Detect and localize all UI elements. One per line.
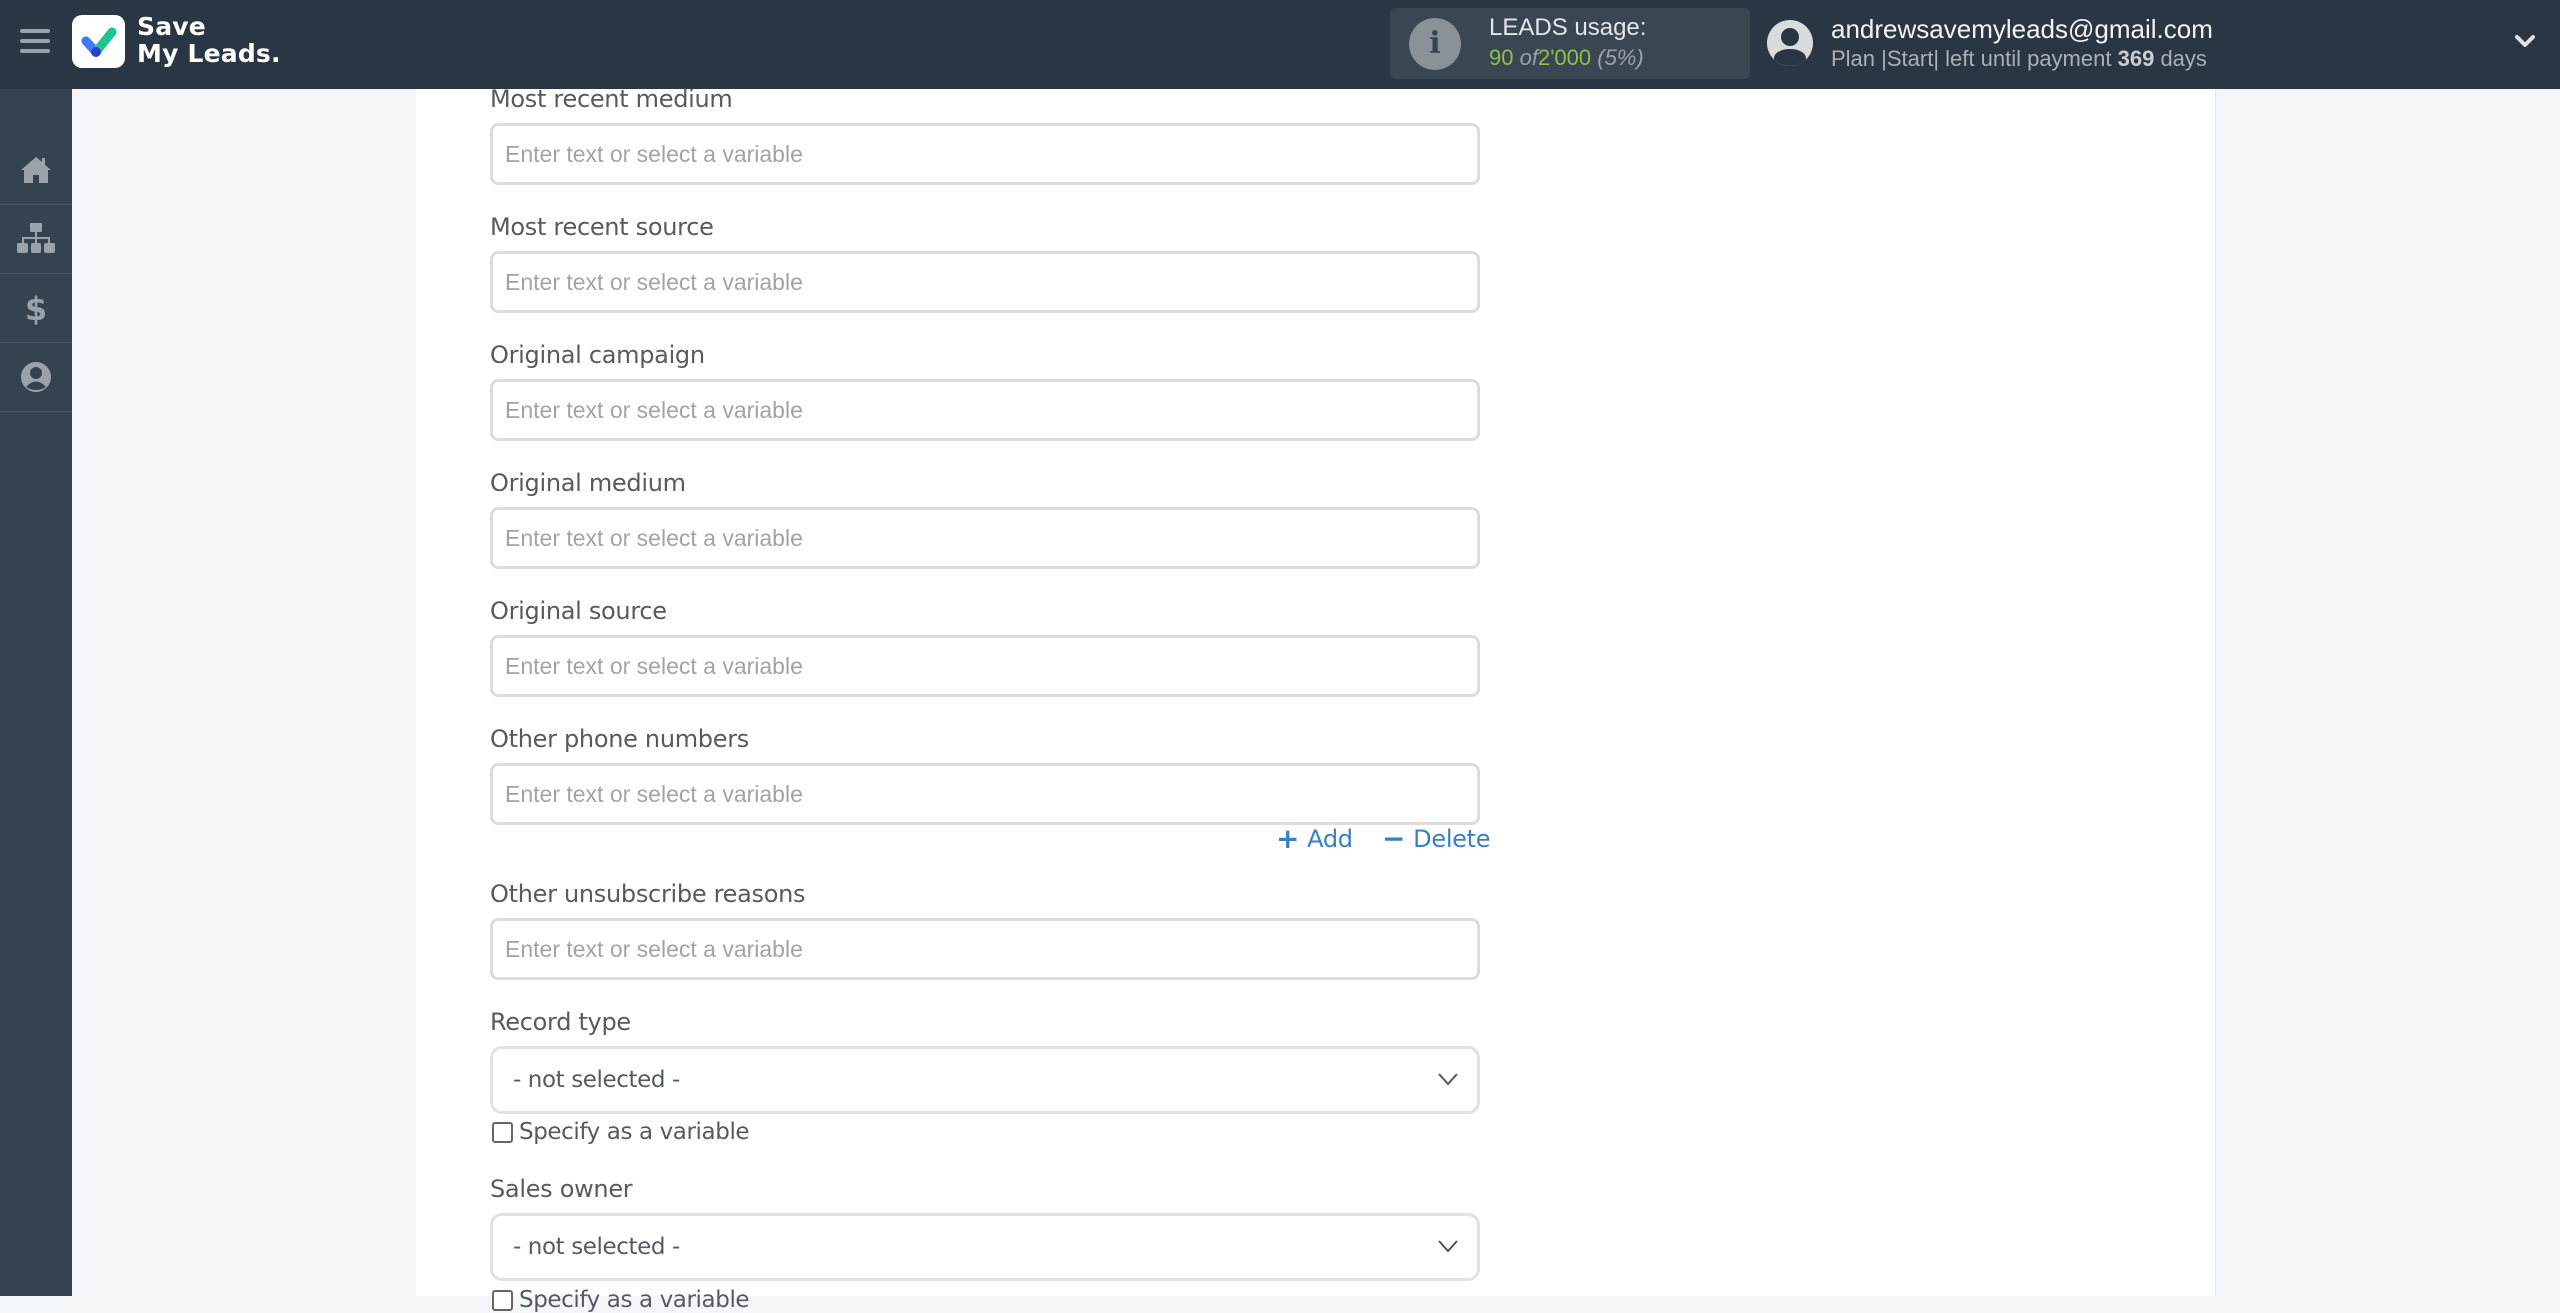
field-label: Record type — [490, 1008, 631, 1036]
sales-owner-select[interactable]: - not selected - — [490, 1213, 1480, 1281]
delete-label: Delete — [1413, 824, 1491, 853]
record-type-select[interactable]: - not selected - — [490, 1046, 1480, 1114]
user-email[interactable]: andrewsavemyleads@gmail.com — [1831, 14, 2213, 45]
add-label: Add — [1307, 824, 1353, 853]
delete-button[interactable]: − Delete — [1382, 822, 1491, 855]
other-phone-numbers-input[interactable] — [490, 763, 1480, 825]
hamburger-icon-bar — [20, 39, 50, 43]
sidebar-item-account[interactable] — [0, 343, 72, 412]
usage-percent: (5%) — [1597, 45, 1644, 70]
field-label: Original medium — [490, 469, 686, 497]
sitemap-icon — [17, 223, 55, 253]
sidebar-item-connections[interactable] — [0, 205, 72, 274]
checkbox-label: Specify as a variable — [519, 1119, 750, 1145]
plan-days: 369 — [2117, 46, 2155, 71]
svg-text:$: $ — [25, 291, 47, 325]
account-dropdown-chevron-icon[interactable] — [2512, 28, 2538, 54]
sidebar-item-home[interactable] — [0, 136, 72, 205]
sidebar: $ — [0, 89, 72, 1296]
field-label: Original campaign — [490, 341, 705, 369]
top-header: Save My Leads. i LEADS usage: 90 of2'000… — [0, 0, 2560, 89]
usage-of: of — [1519, 45, 1538, 70]
user-circle-icon — [21, 362, 51, 392]
original-medium-input[interactable] — [490, 507, 1480, 569]
field-label: Original source — [490, 597, 667, 625]
plan-days-suffix: days — [2160, 46, 2207, 71]
home-icon — [21, 157, 51, 183]
avatar-icon[interactable] — [1767, 20, 1813, 66]
field-label: Other phone numbers — [490, 725, 749, 753]
hamburger-icon-bar — [20, 49, 50, 53]
original-source-input[interactable] — [490, 635, 1480, 697]
plan-prefix: Plan |Start| left until payment — [1831, 46, 2112, 71]
leads-usage-widget: i LEADS usage: 90 of2'000 (5%) — [1390, 8, 1750, 79]
checkbox-box[interactable] — [492, 1121, 513, 1143]
chevron-down-icon — [1438, 1240, 1458, 1253]
plus-icon: + — [1276, 822, 1300, 855]
logo-line-2: My Leads. — [137, 39, 281, 68]
hamburger-icon-bar — [20, 29, 50, 33]
minus-icon: − — [1382, 822, 1406, 855]
checkbox-box[interactable] — [492, 1289, 513, 1311]
record-type-specify-variable-checkbox[interactable]: Specify as a variable — [492, 1119, 750, 1145]
logo-icon[interactable] — [72, 15, 125, 68]
field-label: Most recent medium — [490, 85, 733, 113]
usage-value: 90 of2'000 (5%) — [1489, 45, 1644, 71]
usage-title: LEADS usage: — [1489, 14, 1647, 41]
usage-used: 90 — [1489, 45, 1514, 70]
chevron-down-icon — [1438, 1073, 1458, 1086]
select-value: - not selected - — [513, 1067, 680, 1093]
most-recent-source-input[interactable] — [490, 251, 1480, 313]
logo-text[interactable]: Save My Leads. — [137, 13, 281, 67]
info-icon: i — [1409, 18, 1461, 70]
sidebar-item-billing[interactable]: $ — [0, 274, 72, 343]
field-label: Other unsubscribe reasons — [490, 880, 806, 908]
add-button[interactable]: + Add — [1276, 822, 1353, 855]
logo-line-1: Save — [137, 12, 206, 41]
plan-info: Plan |Start| left until payment 369 days — [1831, 46, 2207, 72]
usage-limit: 2'000 — [1537, 45, 1592, 70]
original-campaign-input[interactable] — [490, 379, 1480, 441]
select-value: - not selected - — [513, 1234, 680, 1260]
menu-toggle-button[interactable] — [20, 29, 50, 57]
field-label: Sales owner — [490, 1175, 633, 1203]
field-label: Most recent source — [490, 213, 714, 241]
checkbox-label: Specify as a variable — [519, 1287, 750, 1313]
dollar-icon: $ — [25, 291, 47, 325]
most-recent-medium-input[interactable] — [490, 123, 1480, 185]
sales-owner-specify-variable-checkbox[interactable]: Specify as a variable — [492, 1287, 750, 1313]
other-unsubscribe-reasons-input[interactable] — [490, 918, 1480, 980]
